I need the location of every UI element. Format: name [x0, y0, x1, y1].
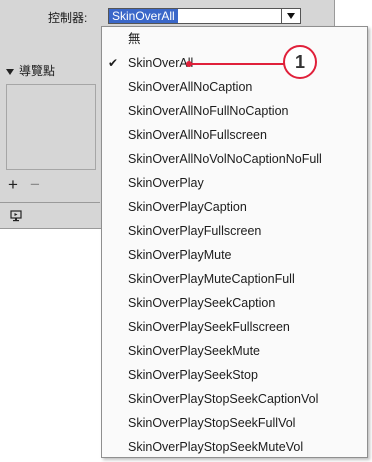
remove-cue-point-button[interactable]: − — [30, 176, 44, 193]
dropdown-option[interactable]: SkinOverPlayMute — [102, 243, 367, 267]
callout-line — [188, 63, 284, 65]
dropdown-option[interactable]: SkinOverPlay — [102, 171, 367, 195]
monitor-icon[interactable] — [10, 210, 22, 222]
dropdown-option[interactable]: SkinOverPlaySeekFullscreen — [102, 315, 367, 339]
dropdown-option[interactable]: 無 — [102, 27, 367, 51]
controls-select-value: SkinOverAll — [109, 9, 178, 23]
dropdown-option[interactable]: SkinOverAllNoFullscreen — [102, 123, 367, 147]
dropdown-option[interactable]: SkinOverPlaySeekCaption — [102, 291, 367, 315]
dropdown-option[interactable]: SkinOverAllNoFullNoCaption — [102, 99, 367, 123]
collapse-triangle-icon[interactable] — [6, 68, 14, 75]
skin-dropdown-list[interactable]: 無 ✔ SkinOverAll SkinOverAllNoCaption Skin… — [101, 26, 368, 458]
dropdown-option[interactable]: SkinOverPlayFullscreen — [102, 219, 367, 243]
dropdown-option[interactable]: SkinOverPlayStopSeekCaptionVol — [102, 387, 367, 411]
chevron-down-icon — [287, 13, 295, 19]
dropdown-arrow-button[interactable] — [281, 9, 300, 23]
checkmark-icon: ✔ — [108, 56, 119, 70]
dropdown-option[interactable]: SkinOverPlayCaption — [102, 195, 367, 219]
controls-label: 控制器: — [48, 11, 88, 25]
dropdown-option[interactable]: SkinOverPlayStopSeekFullVol — [102, 411, 367, 435]
controls-row: 控制器: SkinOverAll — [0, 6, 335, 25]
dropdown-option[interactable]: SkinOverPlaySeekStop — [102, 363, 367, 387]
dropdown-option[interactable]: SkinOverPlayStopSeekMuteVol — [102, 435, 367, 459]
dropdown-option[interactable]: SkinOverAllNoCaption — [102, 75, 367, 99]
controls-select[interactable]: SkinOverAll — [108, 8, 301, 24]
callout-number-badge: 1 — [283, 45, 317, 79]
dropdown-option[interactable]: SkinOverPlayMuteCaptionFull — [102, 267, 367, 291]
callout-dot — [186, 61, 192, 67]
cue-points-list[interactable] — [6, 84, 96, 170]
cue-points-title: 導覽點 — [19, 64, 56, 78]
dropdown-option[interactable]: SkinOverAllNoVolNoCaptionNoFull — [102, 147, 367, 171]
cue-points-header[interactable]: 導覽點 — [6, 62, 55, 79]
divider — [0, 202, 100, 203]
dropdown-option[interactable]: SkinOverPlaySeekMute — [102, 339, 367, 363]
add-cue-point-button[interactable]: + — [8, 176, 22, 193]
